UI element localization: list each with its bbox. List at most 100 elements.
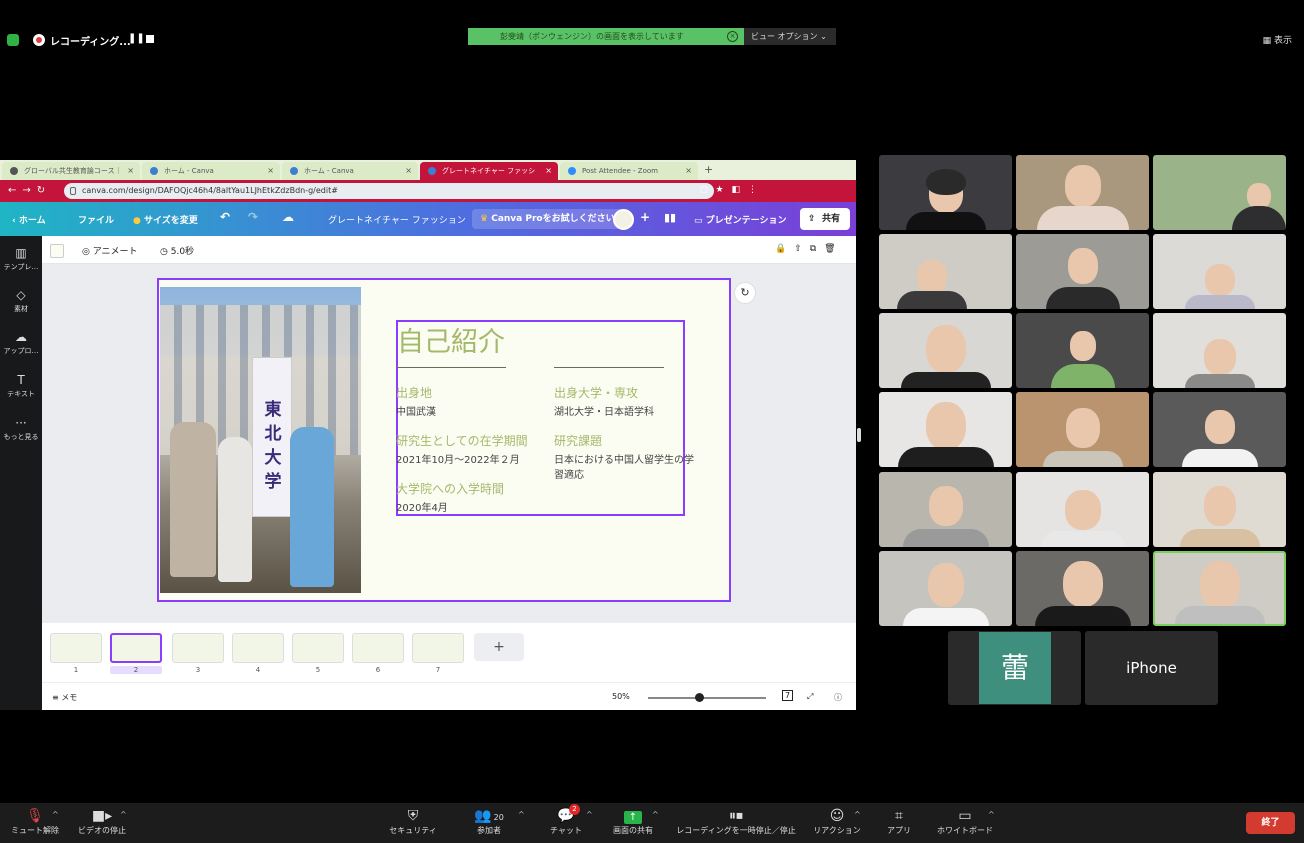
participant-video[interactable] — [879, 472, 1012, 547]
url-field[interactable]: canva.com/design/DAFOQjc46h4/8altYau1LJh… — [64, 183, 714, 199]
participant-video[interactable] — [1153, 472, 1286, 547]
help-icon[interactable]: ⓘ — [834, 692, 842, 703]
close-icon[interactable]: × — [727, 31, 738, 42]
add-icon[interactable]: + — [640, 210, 650, 224]
participant-video-active-speaker[interactable] — [1153, 551, 1286, 626]
research-period-heading[interactable]: 研究生としての在学期間 — [396, 432, 528, 449]
refresh-icon[interactable]: ↻ — [734, 282, 756, 304]
participants-button[interactable]: 👥 20 参加者 — [468, 803, 510, 836]
unmute-button[interactable]: 🎙 ミュート解除 — [6, 803, 64, 836]
recording-stop-icon[interactable] — [146, 35, 154, 43]
page-thumbnail[interactable] — [412, 633, 464, 663]
tab-close-icon[interactable]: × — [127, 162, 134, 180]
participant-video[interactable] — [879, 234, 1012, 309]
stop-video-button[interactable]: ■▸ ビデオの停止 — [74, 803, 130, 836]
browser-tab[interactable]: グローバル共生教育論コース｜ × — [2, 162, 140, 180]
view-options-button[interactable]: ビュー オプション ⌄ — [744, 28, 836, 45]
resize-button[interactable]: ● サイズを変更 — [133, 213, 198, 226]
participant-name-tile[interactable]: 蕾 — [948, 631, 1081, 705]
page-count-button[interactable]: 7 — [782, 690, 794, 701]
participant-video[interactable] — [879, 392, 1012, 467]
recording-pause-icon[interactable]: ❚❚ — [128, 33, 145, 44]
hometown-heading[interactable]: 出身地 — [396, 384, 432, 401]
browser-tab[interactable]: ホーム - Canva × — [282, 162, 418, 180]
reaction-button[interactable]: ☺ リアクション — [808, 803, 866, 836]
display-button[interactable]: ▦ 表示 — [1263, 33, 1292, 46]
research-topic-text[interactable]: 日本における中国人留学生の学習適応 — [554, 453, 696, 483]
rail-uploads[interactable]: ☁ アップロ… — [0, 330, 42, 356]
background-color-swatch[interactable] — [50, 244, 64, 258]
security-button[interactable]: ⛨ セキュリティ — [384, 803, 442, 836]
undo-icon[interactable]: ↶ — [220, 210, 230, 224]
participant-video[interactable] — [1153, 155, 1286, 230]
grad-entry-heading[interactable]: 大学院への入学時間 — [396, 480, 504, 497]
participant-video[interactable] — [1016, 234, 1149, 309]
share-screen-button[interactable]: ↑ 画面の共有 — [608, 803, 658, 836]
slide-page-2[interactable]: 東北大学 自己紹介 出身地 中国武漢 出身大学・専攻 湖北大学・日本語学科 研究… — [157, 278, 731, 602]
browser-tab-active[interactable]: グレートネイチャー ファッシ × — [420, 162, 558, 180]
hometown-text[interactable]: 中国武漢 — [396, 405, 436, 420]
vertical-scrollbar[interactable] — [848, 264, 854, 604]
participant-video[interactable] — [1016, 313, 1149, 388]
end-meeting-button[interactable]: 終了 — [1246, 812, 1295, 834]
university-text[interactable]: 湖北大学・日本語学科 — [554, 405, 654, 420]
participant-video[interactable] — [1016, 551, 1149, 626]
browser-tab[interactable]: Post Attendee - Zoom × — [560, 162, 698, 180]
rail-more[interactable]: ··· もっと見る — [0, 416, 42, 442]
document-title[interactable]: グレートネイチャー ファッション — [328, 213, 466, 226]
home-button[interactable]: ‹ ホーム — [12, 213, 46, 226]
page-thumbnail[interactable] — [292, 633, 344, 663]
animate-button[interactable]: ◎ アニメート — [82, 244, 138, 257]
tab-close-icon[interactable]: × — [405, 162, 412, 180]
chat-button[interactable]: 💬 チャット 2 — [546, 803, 586, 836]
tab-close-icon[interactable]: × — [685, 162, 692, 180]
page-thumbnail[interactable] — [50, 633, 102, 663]
split-handle[interactable] — [857, 428, 861, 442]
page-thumbnail[interactable] — [172, 633, 224, 663]
avatar[interactable] — [613, 209, 634, 230]
participant-video[interactable] — [1153, 392, 1286, 467]
participant-video[interactable] — [879, 155, 1012, 230]
page-thumbnail-selected[interactable] — [110, 633, 162, 663]
notes-button[interactable]: ≡ メモ — [52, 692, 77, 703]
cloud-save-icon[interactable]: ☁ — [282, 210, 294, 224]
present-button[interactable]: ▭ プレゼンテーション — [694, 213, 786, 226]
page-thumbnail[interactable] — [352, 633, 404, 663]
browser-tab[interactable]: ホーム - Canva × — [142, 162, 280, 180]
recording-control-button[interactable]: ⏸⏹ レコーディングを一時停止／停止 — [670, 803, 802, 836]
tab-close-icon[interactable]: × — [545, 162, 552, 180]
participant-video[interactable] — [1153, 313, 1286, 388]
browser-nav-icons[interactable]: ←→↻ — [8, 185, 51, 196]
zoom-slider[interactable] — [648, 697, 766, 699]
page-thumbnail[interactable] — [232, 633, 284, 663]
rail-templates[interactable]: ▥ テンプレ… — [0, 246, 42, 272]
university-heading[interactable]: 出身大学・専攻 — [554, 384, 638, 401]
slide-title[interactable]: 自己紹介 — [397, 320, 505, 359]
participant-name-tile[interactable]: iPhone — [1085, 631, 1218, 705]
tab-close-icon[interactable]: × — [267, 162, 274, 180]
participant-video[interactable] — [879, 313, 1012, 388]
apps-button[interactable]: ⌗ アプリ — [880, 803, 918, 836]
participant-video[interactable] — [1153, 234, 1286, 309]
rail-elements[interactable]: ◇ 素材 — [0, 288, 42, 314]
fullscreen-icon[interactable]: ⤢ — [807, 692, 813, 702]
add-page-button[interactable]: + — [474, 633, 524, 661]
file-menu[interactable]: ファイル — [78, 213, 114, 226]
insights-icon[interactable]: ▮▮ — [664, 211, 676, 224]
new-tab-icon[interactable]: + — [704, 163, 713, 176]
zoom-slider-handle[interactable] — [695, 693, 704, 702]
participant-video[interactable] — [1016, 472, 1149, 547]
page-action-icons[interactable]: 🔒⇧⧉🗑 — [775, 244, 844, 254]
grad-entry-text[interactable]: 2020年4月 — [396, 501, 448, 516]
extension-icons[interactable]: ◻★◧⋮ — [700, 185, 765, 195]
whiteboard-button[interactable]: ▭ ホワイトボード — [930, 803, 1000, 836]
redo-icon[interactable]: ↷ — [248, 210, 258, 224]
research-topic-heading[interactable]: 研究課題 — [554, 432, 602, 449]
research-period-text[interactable]: 2021年10月〜2022年２月 — [396, 453, 520, 468]
share-button[interactable]: ⇪ 共有 — [800, 208, 850, 230]
participant-video[interactable] — [879, 551, 1012, 626]
participant-video[interactable] — [1016, 392, 1149, 467]
participant-video[interactable] — [1016, 155, 1149, 230]
duration-button[interactable]: ◷ 5.0秒 — [160, 244, 194, 257]
pro-trial-button[interactable]: ♛ Canva Proをお試しください — [472, 209, 623, 229]
